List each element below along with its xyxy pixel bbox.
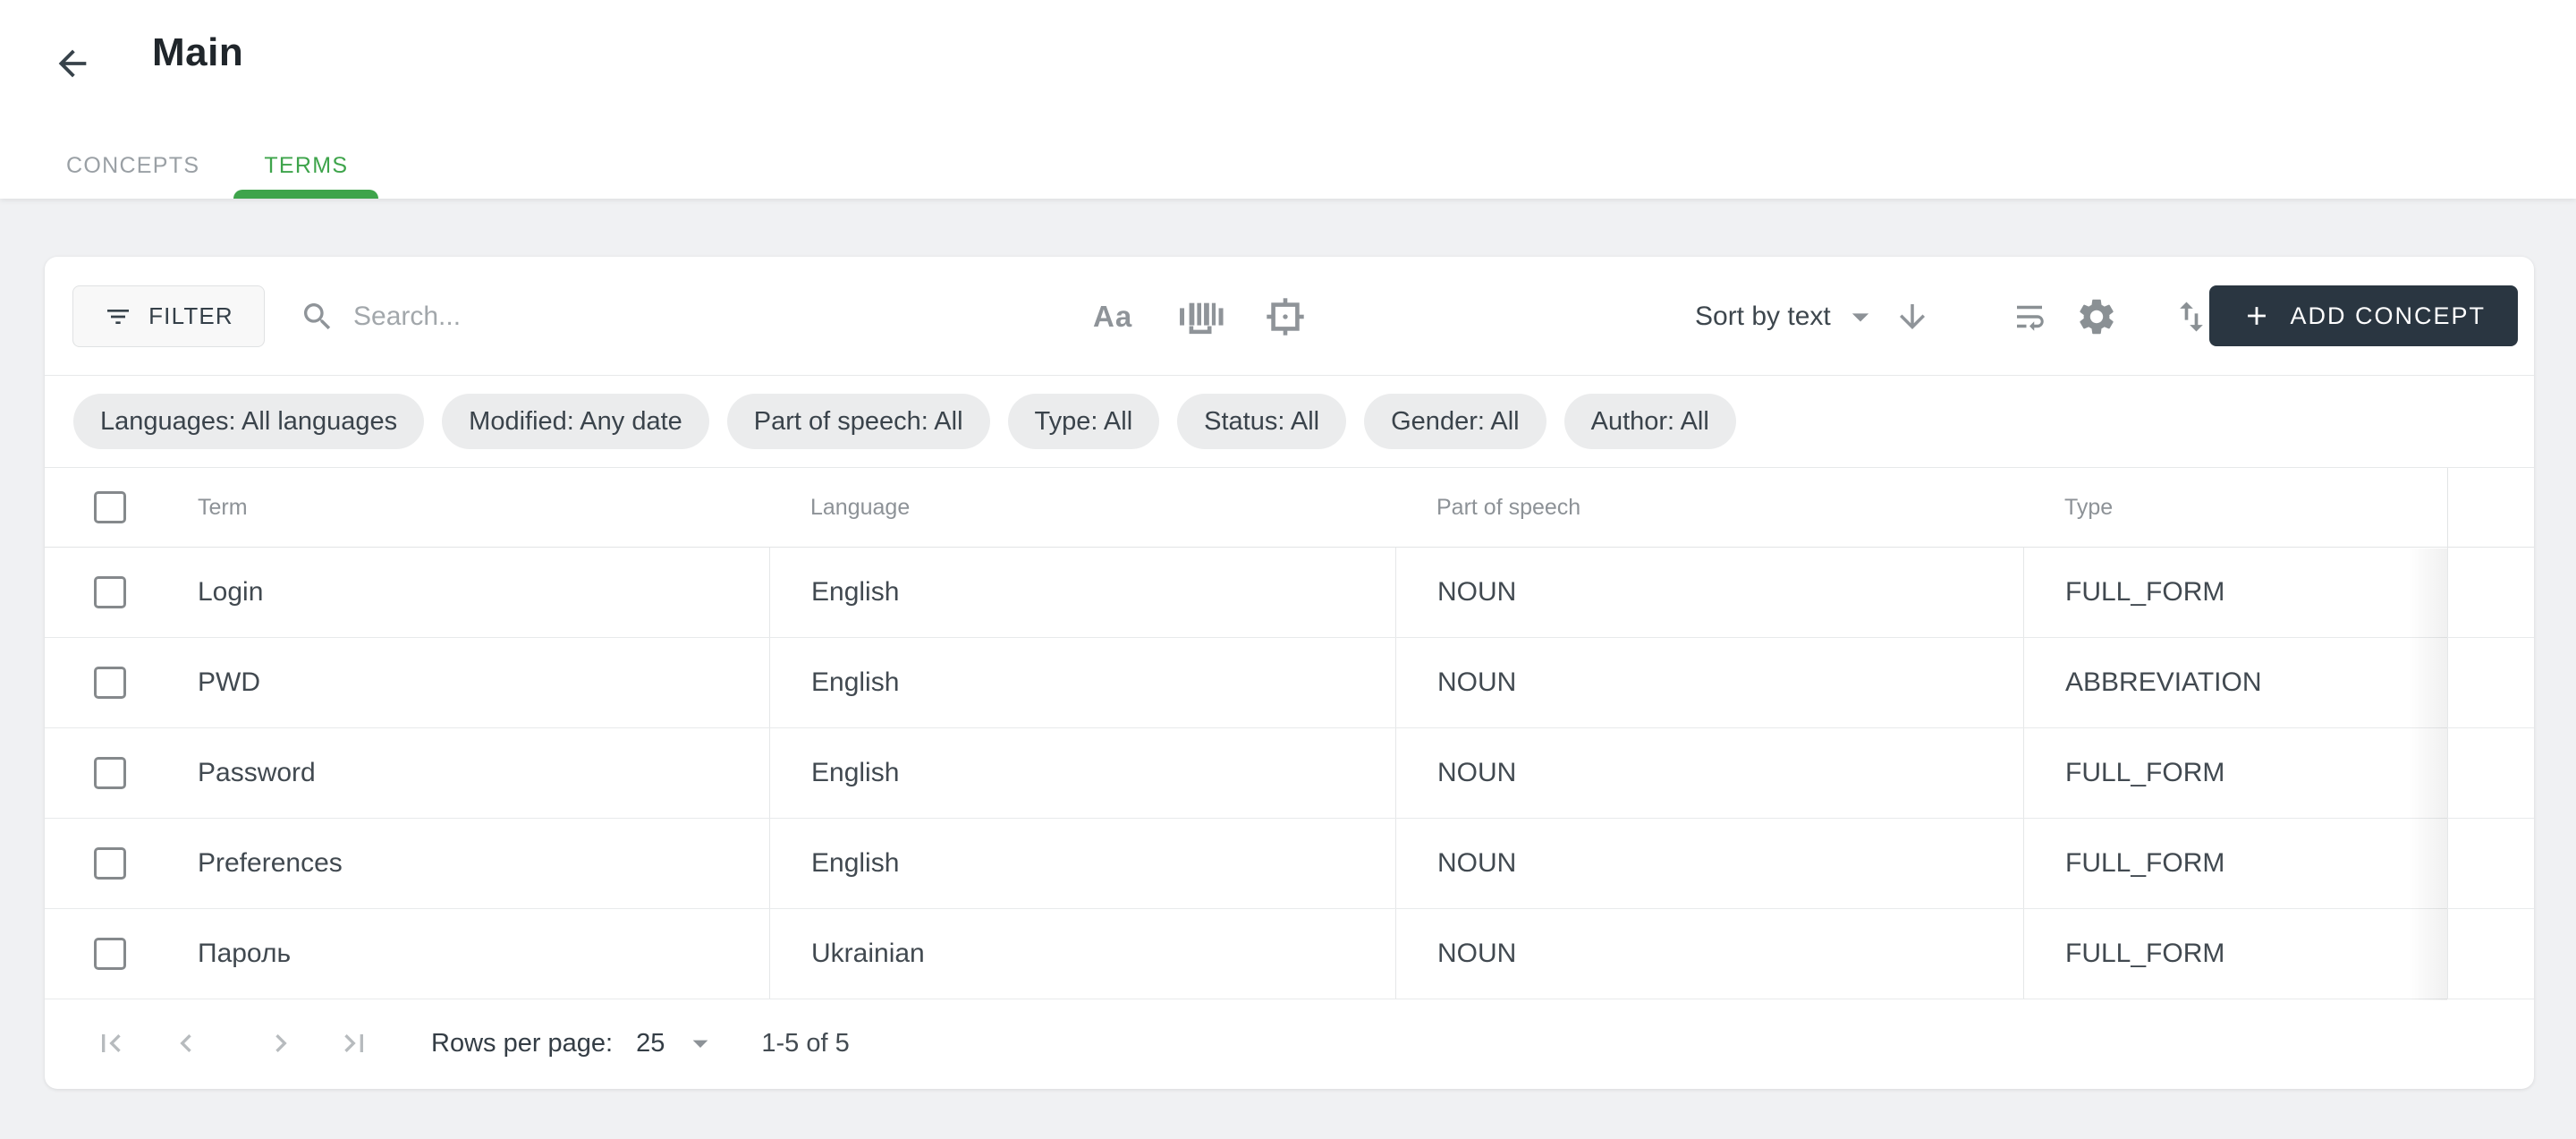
sort-caret-down-icon[interactable] (1841, 257, 1880, 376)
tab-concepts[interactable]: CONCEPTS (36, 132, 230, 199)
search-icon (300, 299, 335, 335)
row-spacer-cell (2447, 548, 2534, 637)
table-header: Term Language Part of speech Type (45, 468, 2534, 548)
rows-per-page-caret-icon[interactable] (682, 1025, 718, 1061)
terms-panel: FILTER Aa (45, 257, 2534, 1089)
row-spacer-cell (2447, 909, 2534, 999)
part-of-speech-cell: NOUN (1437, 758, 1516, 788)
previous-page-icon[interactable] (168, 1025, 204, 1061)
next-page-icon[interactable] (263, 1025, 299, 1061)
header-cell-language: Language (769, 468, 1395, 547)
table-row[interactable]: Preferences English NOUN FULL_FORM (45, 819, 2534, 909)
filter-chips-row: Languages: All languages Modified: Any d… (45, 376, 2534, 468)
match-case-label: Aa (1093, 300, 1132, 334)
table-row[interactable]: Login English NOUN FULL_FORM (45, 548, 2534, 638)
terms-toolbar: FILTER Aa (45, 257, 2534, 376)
row-spacer-cell (2447, 819, 2534, 908)
row-spacer-cell (2447, 728, 2534, 818)
page-title: Main (152, 30, 243, 75)
tab-terms[interactable]: TERMS (233, 132, 378, 199)
table-row[interactable]: Пароль Ukrainian NOUN FULL_FORM (45, 909, 2534, 999)
first-page-icon[interactable] (93, 1025, 129, 1061)
match-case-icon[interactable]: Aa (1093, 257, 1132, 376)
table-row[interactable]: Password English NOUN FULL_FORM (45, 728, 2534, 819)
app-header: Main CONCEPTS TERMS (0, 0, 2576, 199)
filter-button[interactable]: FILTER (72, 285, 265, 347)
row-checkbox[interactable] (94, 757, 126, 789)
select-all-checkbox[interactable] (94, 491, 126, 523)
rows-per-page-label: Rows per page: (431, 1029, 613, 1058)
term-cell: Password (198, 758, 316, 788)
term-cell: PWD (198, 667, 260, 698)
column-header-type: Type (2064, 495, 2113, 521)
search-input[interactable] (353, 302, 854, 332)
row-checkbox[interactable] (94, 576, 126, 608)
row-checkbox[interactable] (94, 938, 126, 970)
filter-icon (104, 302, 132, 331)
header-cell-spacer (2447, 468, 2534, 547)
language-cell: English (811, 848, 899, 879)
language-cell: English (811, 758, 899, 788)
tab-concepts-label: CONCEPTS (66, 153, 199, 179)
part-of-speech-cell: NOUN (1437, 848, 1516, 879)
language-cell: English (811, 577, 899, 608)
sort-by-label: Sort by text (1695, 302, 1831, 332)
language-cell: Ukrainian (811, 939, 925, 969)
add-concept-button[interactable]: ADD CONCEPT (2209, 285, 2518, 346)
type-cell: FULL_FORM (2065, 848, 2224, 879)
column-header-language: Language (810, 495, 910, 521)
add-concept-label: ADD CONCEPT (2290, 302, 2486, 330)
row-checkbox[interactable] (94, 847, 126, 880)
language-cell: English (811, 667, 899, 698)
type-cell: FULL_FORM (2065, 577, 2224, 608)
type-cell: ABBREVIATION (2065, 667, 2262, 698)
focus-frame-icon[interactable] (1265, 257, 1306, 376)
header-cell-part-of-speech: Part of speech (1395, 468, 2023, 547)
sort-direction-arrow-down-icon[interactable] (1894, 257, 1931, 376)
chip-author[interactable]: Author: All (1564, 394, 1736, 449)
pagination-bar: Rows per page: 25 1-5 of 5 (45, 999, 2534, 1087)
column-header-part-of-speech: Part of speech (1436, 495, 1580, 521)
type-cell: FULL_FORM (2065, 758, 2224, 788)
back-icon[interactable] (52, 43, 93, 84)
part-of-speech-cell: NOUN (1437, 577, 1516, 608)
chip-status[interactable]: Status: All (1177, 394, 1346, 449)
chip-type[interactable]: Type: All (1008, 394, 1160, 449)
wrap-text-icon[interactable] (2011, 257, 2048, 376)
plus-icon (2241, 301, 2272, 331)
sort-by-select[interactable]: Sort by text (1695, 257, 1831, 376)
chip-modified[interactable]: Modified: Any date (442, 394, 709, 449)
import-export-icon[interactable] (2172, 257, 2211, 376)
term-cell: Пароль (198, 939, 291, 969)
active-tab-indicator (233, 190, 378, 199)
header-cell-type: Type (2023, 468, 2447, 547)
type-cell: FULL_FORM (2065, 939, 2224, 969)
tab-bar: CONCEPTS TERMS (36, 132, 378, 199)
part-of-speech-cell: NOUN (1437, 939, 1516, 969)
tab-terms-label: TERMS (264, 153, 348, 179)
row-spacer-cell (2447, 638, 2534, 727)
filter-button-label: FILTER (148, 302, 233, 330)
term-cell: Preferences (198, 848, 343, 879)
settings-gear-icon[interactable] (2075, 257, 2118, 376)
search-box (300, 285, 854, 347)
terminology-app: { "page": { "title": "Main" }, "tabs": {… (0, 0, 2576, 1139)
barcode-scan-icon[interactable] (1177, 257, 1225, 376)
last-page-icon[interactable] (336, 1025, 372, 1061)
column-header-term: Term (198, 495, 248, 521)
header-cell-term: Term (45, 468, 769, 547)
part-of-speech-cell: NOUN (1437, 667, 1516, 698)
term-cell: Login (198, 577, 263, 608)
chip-languages[interactable]: Languages: All languages (73, 394, 424, 449)
chip-part-of-speech[interactable]: Part of speech: All (727, 394, 990, 449)
pagination-range: 1-5 of 5 (761, 1029, 849, 1058)
chip-gender[interactable]: Gender: All (1364, 394, 1546, 449)
row-checkbox[interactable] (94, 667, 126, 699)
table-row[interactable]: PWD English NOUN ABBREVIATION (45, 638, 2534, 728)
rows-per-page-value[interactable]: 25 (636, 1029, 665, 1058)
